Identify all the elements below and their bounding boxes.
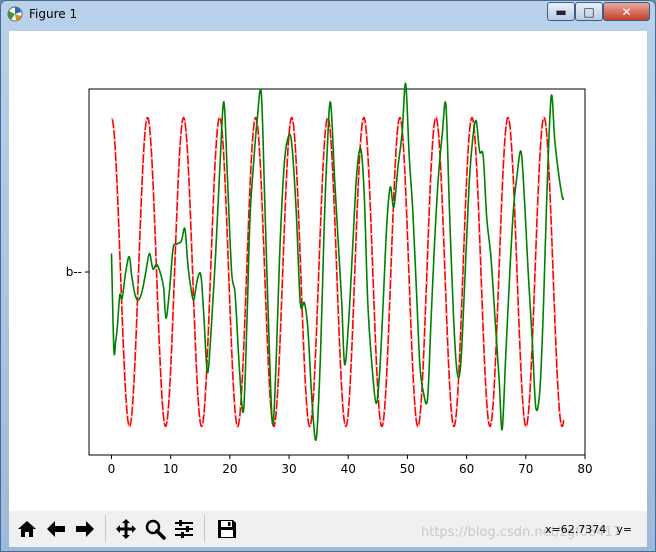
minimize-button[interactable]: ▬ <box>547 2 575 21</box>
x-tick-label: 70 <box>518 462 533 476</box>
series-line-predicted <box>110 82 565 442</box>
maximize-icon: □ <box>583 4 595 19</box>
floppy-icon <box>218 520 236 538</box>
zoom-button[interactable] <box>141 515 169 543</box>
y-tick-label: b-- <box>66 265 82 279</box>
x-tick-label: 80 <box>577 462 592 476</box>
close-button[interactable]: ✕ <box>603 2 650 21</box>
toolbar-separator <box>105 515 106 543</box>
magnifier-icon <box>145 519 166 540</box>
back-button[interactable] <box>42 515 70 543</box>
arrow-right-icon <box>76 521 94 537</box>
close-icon: ✕ <box>621 4 632 19</box>
subplots-button[interactable] <box>170 515 198 543</box>
minimize-icon: ▬ <box>555 4 567 19</box>
sliders-icon <box>175 520 193 538</box>
x-tick-label: 0 <box>108 462 116 476</box>
coord-y: y= <box>616 523 632 536</box>
x-tick-label: 30 <box>281 462 296 476</box>
title-bar[interactable]: Figure 1 ▬ □ ✕ <box>1 1 655 29</box>
x-tick-label: 10 <box>163 462 178 476</box>
plot-svg[interactable]: 0 10 20 30 40 50 60 70 80 b-- <box>9 31 647 511</box>
window-title: Figure 1 <box>29 7 78 21</box>
matplotlib-app-icon <box>7 6 23 22</box>
cursor-coordinates: x=62.7374 y= <box>545 523 642 536</box>
x-tick-label: 40 <box>341 462 356 476</box>
x-tick-label: 50 <box>400 462 415 476</box>
series-line-sine <box>111 116 565 428</box>
forward-button[interactable] <box>71 515 99 543</box>
figure-canvas[interactable]: 0 10 20 30 40 50 60 70 80 b-- <box>9 31 647 511</box>
arrow-left-icon <box>47 521 65 537</box>
x-tick-label: 60 <box>459 462 474 476</box>
navigation-toolbar: https://blog.csdn.net/zgf06417 x=62.7374… <box>9 511 647 547</box>
figure-window: Figure 1 ▬ □ ✕ 0 10 20 30 40 50 60 70 80 b-- <box>0 0 656 552</box>
home-button[interactable] <box>13 515 41 543</box>
home-icon <box>18 521 36 537</box>
pan-button[interactable] <box>112 515 140 543</box>
coord-x: x=62.7374 <box>545 523 607 536</box>
maximize-button[interactable]: □ <box>575 2 603 21</box>
move-icon <box>116 519 136 539</box>
save-button[interactable] <box>213 515 241 543</box>
x-tick-label: 20 <box>222 462 237 476</box>
toolbar-separator <box>204 515 205 543</box>
